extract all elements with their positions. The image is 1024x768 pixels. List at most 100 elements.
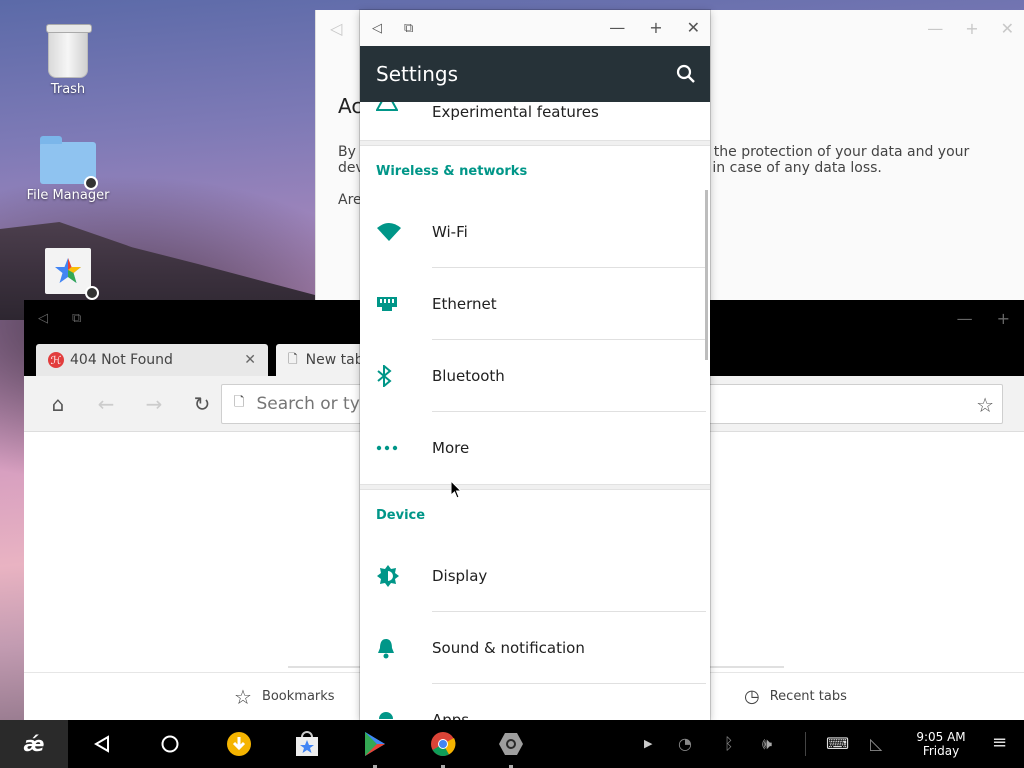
description-text-right: e for the protection of your data and yo…: [677, 144, 997, 176]
chrome-icon: [431, 732, 456, 757]
back-icon[interactable]: ◁: [38, 311, 48, 326]
resize-icon[interactable]: ⧉: [404, 21, 413, 36]
bell-icon: [360, 637, 432, 659]
search-icon[interactable]: [676, 64, 696, 88]
settings-app-bar: Settings: [360, 46, 710, 102]
settings-item-more[interactable]: More: [360, 412, 710, 484]
bookmark-star-icon[interactable]: ☆: [976, 393, 994, 417]
taskbar-app-store[interactable]: [293, 730, 321, 758]
store-bag-icon: [296, 731, 318, 756]
shortcut-badge-icon: [84, 176, 98, 190]
speedometer-icon[interactable]: ◔: [678, 734, 692, 753]
circle-home-icon: [161, 735, 179, 753]
back-arrow-icon[interactable]: ←: [82, 392, 130, 416]
settings-item-apps[interactable]: Apps: [360, 684, 710, 720]
settings-item-wifi[interactable]: Wi-Fi: [360, 196, 710, 268]
settings-item-label: Wi-Fi: [432, 223, 468, 241]
tab-label: New tab: [305, 352, 364, 368]
download-icon: [227, 732, 251, 756]
tray-expand-icon[interactable]: ▶: [644, 737, 652, 750]
settings-list: Experimental features Wireless & network…: [360, 102, 710, 720]
maximize-icon[interactable]: +: [649, 18, 662, 37]
keyboard-icon[interactable]: ⌨: [826, 734, 849, 753]
tab-label: 404 Not Found: [70, 352, 173, 368]
clock-icon: ◷: [744, 686, 760, 707]
minimize-icon[interactable]: —: [609, 18, 625, 37]
page-icon: 🗋: [234, 395, 245, 410]
page-title: Ac: [338, 94, 363, 118]
mouse-cursor-icon: [451, 481, 463, 499]
tray-divider: [805, 732, 806, 756]
minimize-icon[interactable]: —: [927, 19, 943, 38]
taskbar-app-settings[interactable]: [497, 730, 525, 768]
android-icon: [360, 710, 432, 720]
question-text: Are: [338, 192, 362, 208]
nav-back-button[interactable]: [88, 730, 116, 758]
recent-tabs-link[interactable]: ◷ Recent tabs: [744, 686, 847, 707]
tab-404-not-found[interactable]: ℋ 404 Not Found ✕: [36, 344, 268, 376]
maximize-icon[interactable]: +: [997, 309, 1010, 328]
menu-dots-icon[interactable]: ⋮: [1018, 392, 1024, 411]
text-line: e for the protection of your data and yo…: [677, 144, 970, 160]
trash-icon: [46, 24, 92, 78]
recent-tabs-label: Recent tabs: [769, 689, 847, 704]
close-tab-icon[interactable]: ✕: [244, 352, 256, 368]
bookmarks-label: Bookmarks: [261, 689, 335, 704]
flask-icon: [376, 102, 398, 111]
reload-icon[interactable]: ↻: [178, 392, 226, 416]
taskbar-app-downloader[interactable]: [225, 730, 253, 758]
shortcut-badge-icon: [85, 286, 99, 300]
taskbar-app-play-store[interactable]: [361, 730, 389, 768]
close-icon[interactable]: ✕: [1001, 19, 1014, 38]
maximize-icon[interactable]: +: [965, 19, 978, 38]
bookmarks-link[interactable]: ☆ Bookmarks: [234, 685, 335, 709]
settings-item-label: Experimental features: [432, 103, 599, 121]
start-menu-button[interactable]: ǽ: [0, 720, 68, 768]
desktop-icon-trash[interactable]: Trash: [23, 24, 113, 97]
settings-window: ◁ ⧉ — + ✕ Settings Experimental features…: [360, 10, 710, 720]
site-favicon-icon: ℋ: [48, 352, 64, 368]
colorful-star-icon: [55, 258, 81, 283]
home-icon[interactable]: ⌂: [34, 392, 82, 416]
settings-item-label: Bluetooth: [432, 367, 505, 385]
bluetooth-icon: [360, 365, 432, 387]
desktop-icon-file-manager[interactable]: File Manager: [23, 136, 113, 203]
notifications-menu-icon[interactable]: ≡: [992, 732, 1007, 753]
clock-day: Friday: [922, 744, 960, 758]
bluetooth-icon[interactable]: ᛒ: [724, 734, 734, 753]
settings-item-ethernet[interactable]: Ethernet: [360, 268, 710, 340]
brightness-icon: [360, 564, 432, 588]
triangle-back-icon: [94, 735, 109, 753]
taskbar-app-chrome[interactable]: [429, 730, 457, 768]
back-icon[interactable]: ◁: [330, 19, 342, 38]
more-icon: [360, 445, 432, 451]
taskbar: ǽ ▶ ◔ ᛒ 🕪 ⌨ ◺ 9:05 AM Friday ≡: [0, 720, 1024, 768]
settings-item-display[interactable]: Display: [360, 540, 710, 612]
folder-icon: [40, 136, 98, 190]
store-bag-icon: [45, 248, 99, 300]
jide-logo-icon: ǽ: [23, 732, 45, 756]
settings-item-label: More: [432, 439, 470, 457]
resize-icon[interactable]: ⧉: [72, 311, 81, 326]
desktop-icon-label: Trash: [50, 82, 86, 97]
play-store-icon: [365, 732, 385, 756]
settings-item-bluetooth[interactable]: Bluetooth: [360, 340, 710, 412]
notes-icon[interactable]: ◺: [870, 734, 882, 753]
settings-item-sound[interactable]: Sound & notification: [360, 612, 710, 684]
page-icon: 🗋: [288, 351, 298, 366]
minimize-icon[interactable]: —: [957, 309, 973, 328]
clock[interactable]: 9:05 AM Friday: [906, 730, 976, 758]
settings-item-label: Display: [432, 567, 488, 585]
settings-item-experimental-features[interactable]: Experimental features: [360, 102, 710, 140]
settings-scrollbar[interactable]: [705, 190, 708, 360]
desktop-icon-label: File Manager: [26, 188, 110, 203]
close-icon[interactable]: ✕: [687, 18, 700, 37]
section-header-device: Device: [376, 507, 426, 523]
window-titlebar: ◁ ⧉ — + ✕: [360, 10, 710, 46]
forward-arrow-icon[interactable]: →: [130, 392, 178, 416]
volume-icon[interactable]: 🕪: [762, 734, 772, 754]
back-icon[interactable]: ◁: [372, 21, 382, 36]
nav-home-button[interactable]: [156, 730, 184, 758]
desktop-icon-app-store[interactable]: [23, 248, 113, 300]
ethernet-icon: [360, 295, 432, 313]
